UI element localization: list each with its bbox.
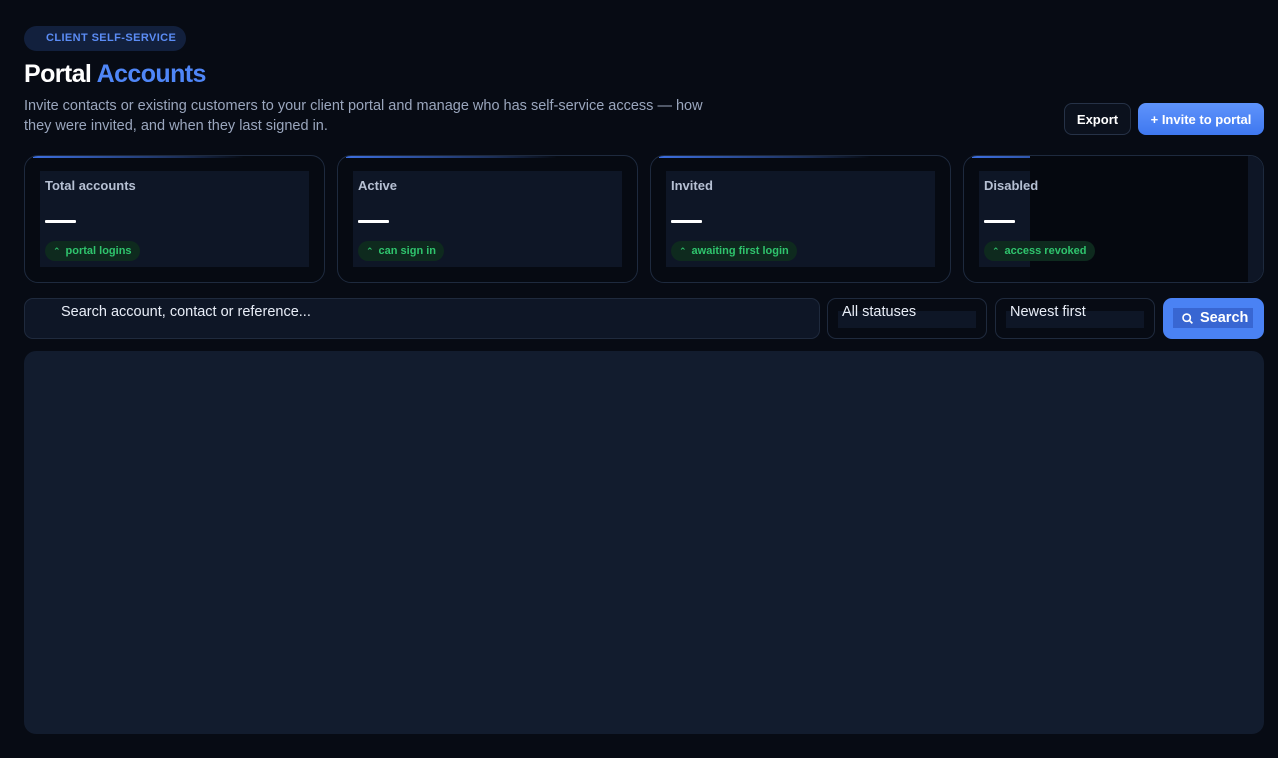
page-title: Portal Accounts [24,60,206,89]
search-icon [1182,312,1193,324]
status-filter-value: All statuses [842,304,917,320]
stat-value-placeholder [45,220,76,223]
page-subtitle: Invite contacts or existing customers to… [24,98,703,134]
stat-value-placeholder [671,220,702,223]
stat-card-total-accounts: Total accounts ⌃ portal logins [24,155,325,283]
sort-value: Newest first [1010,304,1086,320]
chevron-up-icon: ⌃ [679,246,687,256]
stat-chip: ⌃ portal logins [45,241,140,261]
page-title-accent: Accounts [96,60,207,88]
search-input[interactable]: Search account, contact or reference... [24,298,820,339]
stat-label: Total accounts [45,178,136,193]
search-button[interactable]: Search [1163,298,1264,339]
export-button[interactable]: Export [1064,103,1131,135]
stat-chip: ⌃ can sign in [358,241,445,261]
stat-label: Invited [671,178,713,193]
stat-value-placeholder [984,220,1015,223]
stat-label: Disabled [984,178,1039,193]
accounts-table-panel [24,351,1264,734]
status-filter-select[interactable]: All statuses [827,298,987,339]
stat-card-active: Active ⌃ can sign in [337,155,638,283]
stat-chip: ⌃ awaiting first login [671,241,797,261]
chevron-up-icon: ⌃ [366,246,374,256]
stat-chip: ⌃ access revoked [984,241,1095,261]
sort-select[interactable]: Newest first [995,298,1155,339]
page-title-main: Portal [24,60,92,88]
chevron-up-icon: ⌃ [53,246,61,256]
stat-label: Active [358,178,398,193]
section-eyebrow: CLIENT SELF-SERVICE [24,26,187,51]
stat-card-disabled: Disabled ⌃ access revoked [963,155,1264,283]
chevron-up-icon: ⌃ [992,246,1000,256]
stat-value-placeholder [358,220,389,223]
invite-to-portal-button[interactable]: + Invite to portal [1138,103,1264,135]
stat-card-invited: Invited ⌃ awaiting first login [650,155,951,283]
